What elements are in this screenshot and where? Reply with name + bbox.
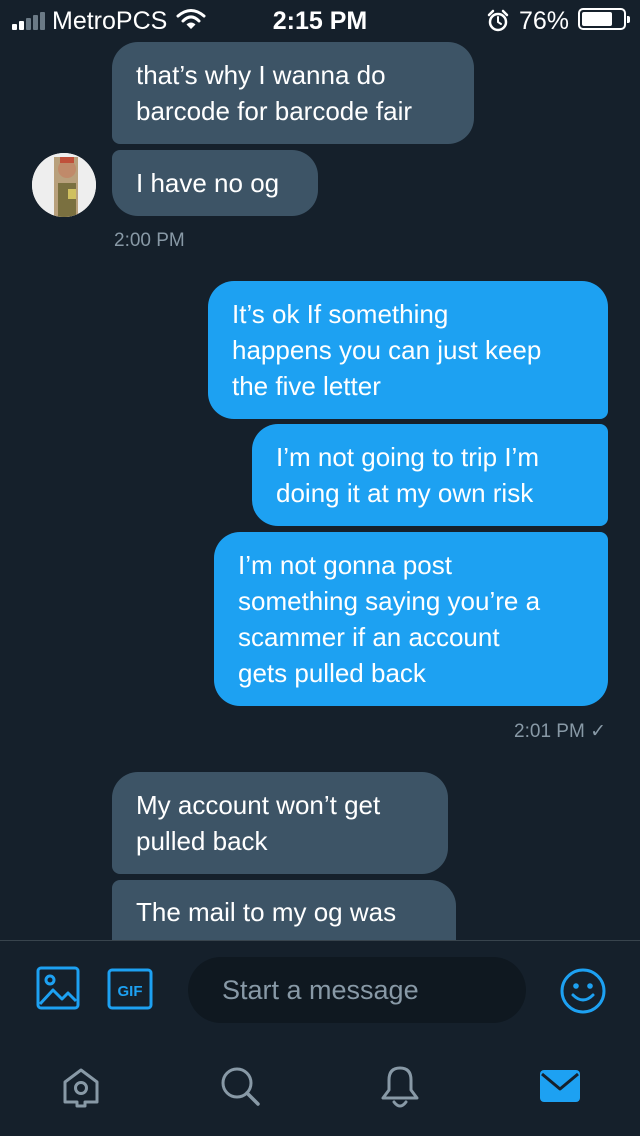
message-text: My account won’t get pulled back [136,790,381,856]
message-text: The mail to my og was [136,897,397,927]
search-icon [216,1062,264,1115]
home-icon [57,1062,105,1115]
message-bubble-incoming[interactable]: My account won’t get pulled back [112,772,448,874]
message-bubble-incoming[interactable]: that’s why I wanna do barcode for barcod… [112,42,474,144]
battery-icon [578,8,630,30]
message-text: It’s ok If something happens you can jus… [232,299,542,401]
notifications-icon [376,1062,424,1115]
battery-percent: 76% [519,7,570,35]
message-bubble-incoming[interactable]: I have no og [112,150,318,216]
tab-notifications[interactable] [370,1062,430,1114]
message-input[interactable] [188,957,526,1023]
message-timestamp: 2:01 PM ✓ [514,720,606,743]
messages-icon [536,1062,584,1115]
timestamp-text: 2:01 PM [514,721,585,742]
message-text: that’s why I wanna do barcode for barcod… [136,60,413,126]
message-bubble-outgoing[interactable]: It’s ok If something happens you can jus… [208,281,608,419]
gif-icon[interactable]: GIF [107,968,153,1015]
status-bar: MetroPCS 2:15 PM 76% [0,0,640,40]
message-text: I have no og [136,168,280,198]
emoji-icon[interactable] [559,967,607,1020]
compose-bar: GIF [0,940,640,1038]
tab-home[interactable] [51,1062,111,1114]
message-bubble-outgoing[interactable]: I’m not gonna post something saying you’… [214,532,608,706]
tab-search[interactable] [210,1062,270,1114]
gif-label: GIF [118,983,143,1000]
alarm-icon [486,9,510,40]
conversation-thread[interactable]: that’s why I wanna do barcode for barcod… [0,40,640,940]
message-bubble-outgoing[interactable]: I’m not going to trip I’m doing it at my… [252,424,608,526]
tab-bar [0,1038,640,1136]
tab-messages[interactable] [530,1062,590,1114]
image-icon[interactable] [36,966,80,1015]
message-text: I’m not gonna post something saying you’… [238,550,541,688]
read-receipt-icon: ✓ [590,721,606,742]
message-timestamp: 2:00 PM [114,230,185,251]
avatar[interactable] [32,153,96,217]
message-bubble-incoming[interactable]: The mail to my og was [112,880,456,940]
message-text: I’m not going to trip I’m doing it at my… [276,442,539,508]
